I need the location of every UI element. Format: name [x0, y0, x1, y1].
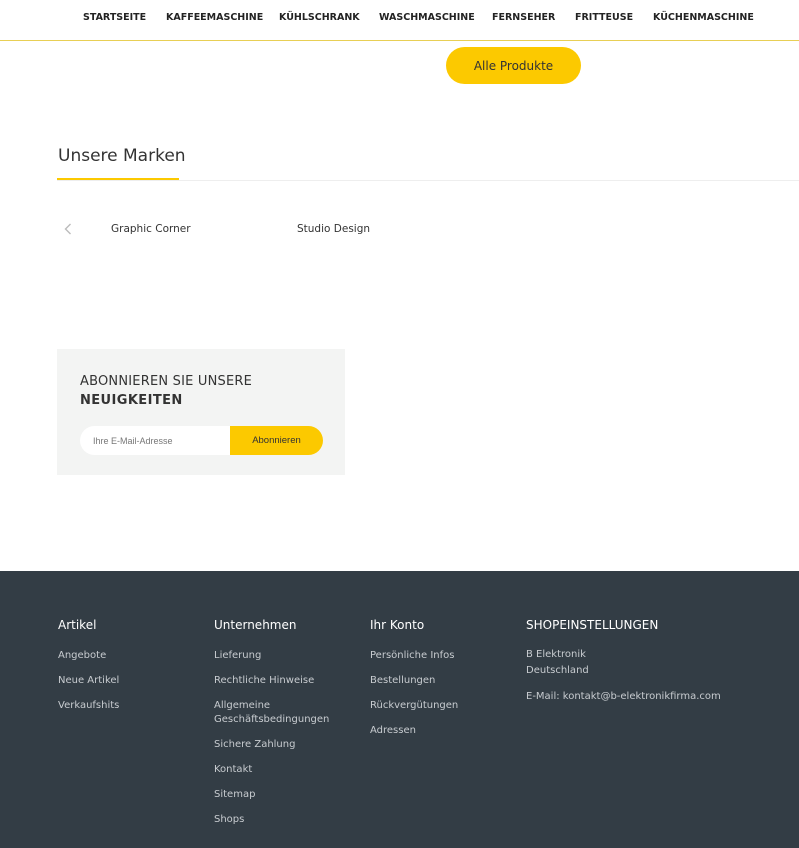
newsletter-email-input[interactable]: Ihre E-Mail-Adresse: [80, 426, 240, 455]
footer-link-rechtliche-hinweise[interactable]: Rechtliche Hinweise: [214, 674, 314, 688]
footer-col-artikel-title: Artikel: [58, 618, 97, 632]
footer-link-sitemap[interactable]: Sitemap: [214, 788, 255, 802]
nav-item-startseite[interactable]: STARTSEITE: [83, 12, 146, 23]
all-products-button[interactable]: Alle Produkte: [446, 47, 581, 84]
nav-item-kuehlschrank[interactable]: KÜHLSCHRANK: [279, 12, 360, 23]
brands-title-underline: [57, 178, 179, 180]
footer-link-shops[interactable]: Shops: [214, 813, 244, 827]
brands-title: Unsere Marken: [58, 146, 186, 166]
nav-item-kaffeemaschine[interactable]: KAFFEEMASCHINE: [166, 12, 263, 23]
footer-link-kontakt[interactable]: Kontakt: [214, 763, 252, 777]
footer-link-angebote[interactable]: Angebote: [58, 649, 106, 663]
footer-link-persoenliche-infos[interactable]: Persönliche Infos: [370, 649, 454, 663]
nav-item-fernseher[interactable]: FERNSEHER: [492, 12, 555, 23]
nav-item-kuechenmaschine[interactable]: KÜCHENMASCHINE: [653, 12, 754, 23]
footer-link-lieferung[interactable]: Lieferung: [214, 649, 261, 663]
newsletter-title-line1: ABONNIEREN SIE UNSERE: [80, 374, 253, 389]
chevron-left-icon[interactable]: [61, 219, 75, 239]
footer-link-agb[interactable]: Allgemeine Geschäftsbedingungen: [214, 699, 329, 727]
brand-item-studio-design[interactable]: Studio Design: [297, 223, 370, 235]
footer-link-neue-artikel[interactable]: Neue Artikel: [58, 674, 119, 688]
newsletter-title-line2: NEUIGKEITEN: [80, 393, 183, 408]
top-navigation: STARTSEITE KAFFEEMASCHINE KÜHLSCHRANK WA…: [0, 0, 799, 41]
brands-divider: [57, 180, 799, 181]
subscribe-button[interactable]: Abonnieren: [230, 426, 323, 455]
footer-col-ihr-konto-title: Ihr Konto: [370, 618, 425, 632]
footer-shop-name: B Elektronik: [526, 649, 586, 660]
footer-shop-country: Deutschland: [526, 665, 589, 676]
nav-item-fritteuse[interactable]: FRITTEUSE: [575, 12, 633, 23]
footer-shop-email[interactable]: E-Mail: kontakt@b-elektronikfirma.com: [526, 689, 721, 705]
brand-item-graphic-corner[interactable]: Graphic Corner: [111, 223, 191, 235]
footer-link-rueckverguetungen[interactable]: Rückvergütungen: [370, 699, 458, 713]
newsletter-box: ABONNIEREN SIE UNSERE NEUIGKEITEN Ihre E…: [57, 349, 345, 475]
footer: Artikel Angebote Neue Artikel Verkaufshi…: [0, 571, 799, 848]
footer-col-shop-title: SHOPEINSTELLUNGEN: [526, 618, 659, 632]
nav-item-waschmaschine[interactable]: WASCHMASCHINE: [379, 12, 475, 23]
footer-link-sichere-zahlung[interactable]: Sichere Zahlung: [214, 738, 295, 752]
footer-link-bestellungen[interactable]: Bestellungen: [370, 674, 435, 688]
footer-link-adressen[interactable]: Adressen: [370, 724, 416, 738]
footer-link-verkaufshits[interactable]: Verkaufshits: [58, 699, 119, 713]
footer-col-unternehmen-title: Unternehmen: [214, 618, 297, 632]
